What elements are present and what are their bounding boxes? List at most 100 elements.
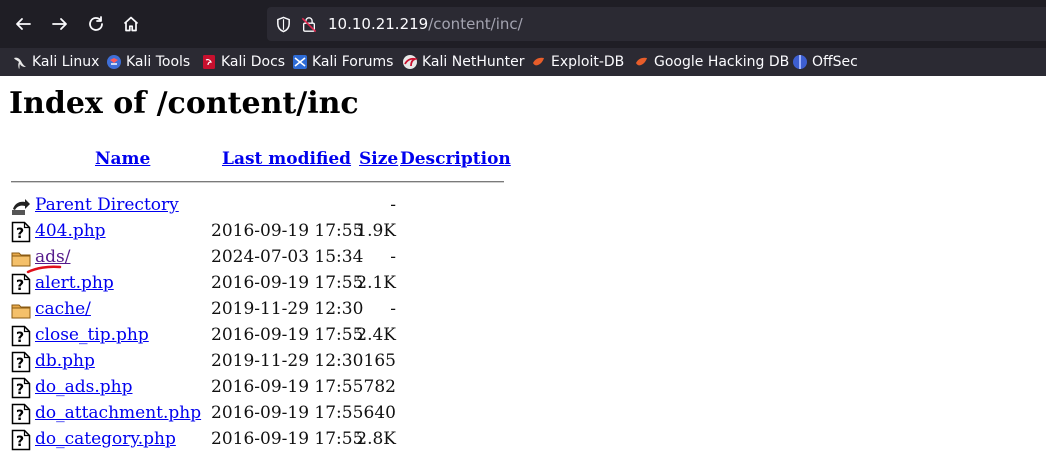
svg-text:?: ? — [16, 356, 24, 372]
last-modified-cell: 2016-09-19 17:55 — [211, 325, 364, 345]
kali-tools-icon — [106, 54, 122, 70]
bookmark-kali-tools[interactable]: Kali Tools — [106, 48, 190, 76]
bookmark-label: OffSec — [812, 54, 858, 70]
table-row: ads/2024-07-03 15:34- — [0, 245, 520, 271]
address-bar[interactable]: 10.10.21.219/content/inc/ — [267, 7, 1046, 41]
back-arrow-icon — [16, 18, 31, 30]
url-host: 10.10.21.219 — [328, 15, 429, 33]
file-link[interactable]: alert.php — [35, 273, 114, 293]
unknown-file-icon: ? — [11, 325, 31, 347]
size-cell: 165 — [363, 351, 396, 371]
svg-text:?: ? — [16, 330, 24, 346]
last-modified-cell: 2019-11-29 12:30 — [211, 299, 364, 319]
size-cell: 640 — [363, 403, 396, 423]
bookmark-label: Kali Docs — [221, 54, 286, 70]
page-title: Index of /content/inc — [9, 86, 359, 121]
exploit-db-icon — [531, 54, 547, 70]
unknown-file-icon: ? — [11, 403, 31, 425]
folder-icon — [11, 299, 31, 321]
offsec-icon — [792, 54, 808, 70]
table-row: Parent Directory - — [0, 193, 520, 219]
table-row: ? 404.php 2016-09-19 17:55 1.9K — [0, 219, 520, 245]
bookmark-offsec[interactable]: OffSec — [792, 48, 858, 76]
back-button[interactable] — [9, 10, 37, 38]
url-path: /content/inc/ — [428, 15, 523, 33]
svg-text:?: ? — [16, 408, 24, 424]
unknown-file-icon: ? — [11, 429, 31, 451]
bookmarks-bar: Kali Linux Kali Tools Kali Docs Kali For… — [0, 48, 1046, 76]
column-header-name[interactable]: Name — [95, 149, 150, 169]
unknown-file-icon: ? — [11, 221, 31, 243]
file-link[interactable]: do_attachment.php — [35, 403, 201, 423]
size-cell: - — [390, 195, 396, 215]
svg-text:?: ? — [16, 278, 24, 294]
shield-icon[interactable] — [274, 15, 292, 33]
size-cell: 2.4K — [356, 325, 396, 345]
bookmark-label: Kali Linux — [32, 54, 100, 70]
last-modified-cell: 2016-09-19 17:55 — [211, 221, 364, 241]
kali-docs-icon — [201, 54, 217, 70]
header-divider — [11, 181, 504, 183]
table-row: ? db.php 2019-11-29 12:30 165 — [0, 349, 520, 375]
last-modified-cell: 2016-09-19 17:55 — [211, 273, 364, 293]
column-header-size[interactable]: Size — [359, 149, 398, 169]
home-button[interactable] — [117, 10, 145, 38]
kali-forums-icon — [292, 54, 308, 70]
unknown-file-icon: ? — [11, 273, 31, 295]
bookmark-label: Kali Forums — [312, 54, 394, 70]
file-link[interactable]: close_tip.php — [35, 325, 149, 345]
file-link[interactable]: Parent Directory — [35, 195, 179, 215]
bookmark-kali-linux[interactable]: Kali Linux — [12, 48, 99, 76]
bookmark-exploit-db[interactable]: Exploit-DB — [531, 48, 624, 76]
insecure-lock-icon[interactable] — [300, 15, 318, 33]
size-cell: - — [390, 247, 396, 267]
table-row: ? do_category.php 2016-09-19 17:55 2.8K — [0, 427, 520, 453]
size-cell: 2.1K — [356, 273, 396, 293]
bookmark-label: Google Hacking DB — [654, 54, 790, 70]
size-cell: 782 — [363, 377, 396, 397]
home-icon — [123, 16, 139, 32]
column-header-description[interactable]: Description — [400, 149, 511, 169]
file-link[interactable]: db.php — [35, 351, 95, 371]
file-link[interactable]: cache/ — [35, 299, 91, 319]
last-modified-cell: 2024-07-03 15:34 — [211, 247, 364, 267]
parent-directory-icon — [11, 195, 31, 217]
table-row: cache/2019-11-29 12:30 - — [0, 297, 520, 323]
size-cell: 1.9K — [356, 221, 396, 241]
bookmark-label: Exploit-DB — [551, 54, 625, 70]
forward-arrow-icon — [52, 18, 67, 30]
bookmark-label: Kali Tools — [126, 54, 191, 70]
svg-text:?: ? — [16, 434, 24, 450]
reload-icon — [89, 16, 103, 31]
last-modified-cell: 2019-11-29 12:30 — [211, 351, 364, 371]
unknown-file-icon: ? — [11, 351, 31, 373]
bookmark-kali-nethunter[interactable]: Kali NetHunter — [402, 48, 524, 76]
file-link[interactable]: do_ads.php — [35, 377, 132, 397]
last-modified-cell: 2016-09-19 17:55 — [211, 377, 364, 397]
bookmark-label: Kali NetHunter — [422, 54, 525, 70]
last-modified-cell: 2016-09-19 17:55 — [211, 429, 364, 449]
kali-dragon-icon — [12, 54, 28, 70]
file-link[interactable]: 404.php — [35, 221, 106, 241]
table-row: ? close_tip.php 2016-09-19 17:55 2.4K — [0, 323, 520, 349]
size-cell: - — [390, 299, 396, 319]
last-modified-cell: 2016-09-19 17:55 — [211, 403, 364, 423]
red-annotation-mark — [26, 265, 62, 274]
ghdb-icon — [634, 54, 650, 70]
table-row: ? do_ads.php 2016-09-19 17:55 782 — [0, 375, 520, 401]
column-header-last-modified[interactable]: Last modified — [222, 149, 351, 169]
reload-button[interactable] — [82, 10, 110, 38]
file-link[interactable]: do_category.php — [35, 429, 176, 449]
unknown-file-icon: ? — [11, 377, 31, 399]
table-row: ? alert.php 2016-09-19 17:55 2.1K — [0, 271, 520, 297]
bookmark-kali-docs[interactable]: Kali Docs — [201, 48, 285, 76]
bookmark-google-hacking-db[interactable]: Google Hacking DB — [634, 48, 789, 76]
url-text[interactable]: 10.10.21.219/content/inc/ — [328, 15, 523, 33]
browser-toolbar: 10.10.21.219/content/inc/ — [0, 0, 1046, 48]
table-row: ? do_attachment.php 2016-09-19 17:55 640 — [0, 401, 520, 427]
size-cell: 2.8K — [356, 429, 396, 449]
nethunter-icon — [402, 54, 418, 70]
bookmark-kali-forums[interactable]: Kali Forums — [292, 48, 393, 76]
svg-text:?: ? — [16, 226, 24, 242]
forward-button[interactable] — [46, 10, 74, 38]
